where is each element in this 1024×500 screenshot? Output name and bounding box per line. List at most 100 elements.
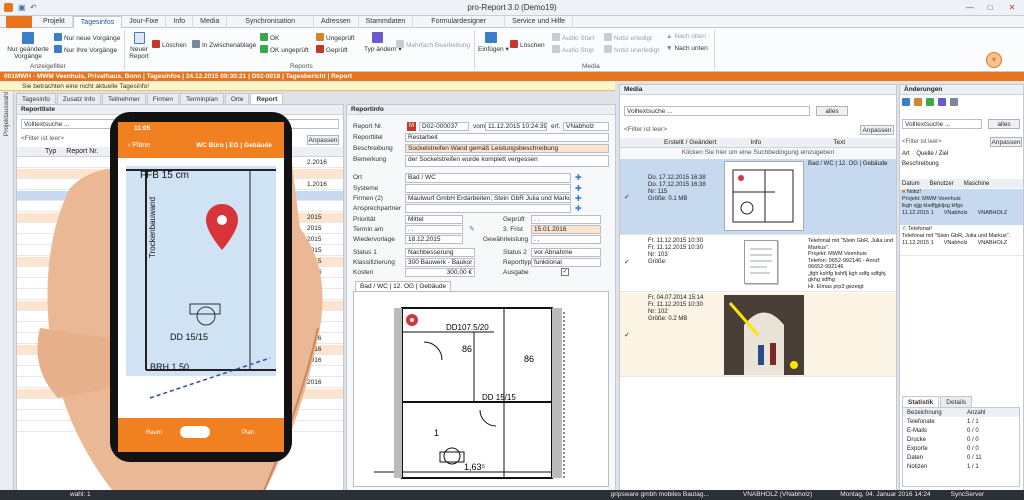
contact-field[interactable] bbox=[405, 204, 571, 213]
menu-synchronisation[interactable]: Synchronisation bbox=[227, 15, 315, 28]
media-item-3-check[interactable]: ✓ bbox=[624, 331, 630, 339]
description-field[interactable]: Sockelstreifen Wand gemäß Leistungsbesch… bbox=[405, 144, 609, 153]
status1-select[interactable]: Nachbesserung bbox=[405, 248, 475, 257]
note-done-button[interactable]: Notiz erledigt bbox=[604, 33, 652, 42]
tab-zusatz-info[interactable]: Zusatz Info bbox=[56, 93, 101, 104]
my-items-filter-button[interactable]: Nur Ihre Vorgänge bbox=[54, 45, 117, 54]
file-menu-button[interactable] bbox=[6, 15, 32, 28]
tab-report[interactable]: Report bbox=[250, 93, 284, 104]
minimize-icon[interactable]: — bbox=[962, 2, 978, 13]
tb-print-icon[interactable] bbox=[950, 98, 958, 106]
created-date-field[interactable]: 11.12.2015 10:24:39 bbox=[485, 122, 547, 131]
media-all-button[interactable]: alles bbox=[816, 106, 848, 116]
changes-all-button[interactable]: alles bbox=[988, 119, 1020, 129]
floor-plan-view[interactable]: DD107.5/20 86 86 DD 15/15 1 1,63⁵ bbox=[353, 291, 609, 487]
note-field[interactable]: der Sockelstreifen wurde komplett verges… bbox=[405, 155, 609, 167]
tab-terminplan[interactable]: Terminplan bbox=[180, 93, 224, 104]
add-place-icon[interactable]: ✚ bbox=[575, 173, 582, 182]
report-nr-field[interactable]: D02-000037 bbox=[419, 122, 469, 131]
new-report-button[interactable]: Neuer Report bbox=[128, 32, 150, 60]
priority-select[interactable]: Mittel bbox=[405, 215, 463, 224]
tab-teilnehmer[interactable]: Teilnehmer bbox=[101, 93, 146, 104]
tab-details[interactable]: Details bbox=[940, 395, 973, 407]
tab-orte[interactable]: Orte bbox=[224, 93, 250, 104]
ok-button[interactable]: OK bbox=[260, 33, 279, 42]
status2-select[interactable]: vor Abnahme bbox=[531, 248, 601, 257]
classification-select[interactable]: 300 Bauwerk - Baukor bbox=[405, 258, 475, 267]
audio-stop-button[interactable]: Audio Stop bbox=[552, 45, 594, 54]
multi-edit-button[interactable]: Mehrfach Bearbeitung bbox=[396, 40, 470, 49]
delete-report-button[interactable]: Löschen bbox=[152, 40, 187, 49]
firms-field[interactable]: Maulwurf GmbH Erdarbeiten; Stein GbR Jul… bbox=[405, 194, 571, 203]
clipboard-button[interactable]: In Zwischenablage bbox=[192, 40, 256, 49]
changed-items-filter-button[interactable]: Nur geänderte Vorgänge bbox=[6, 32, 50, 60]
media-item-3[interactable]: ✓ Fr. 04.07.2014 15:14 Fr. 11.12.2015 10:… bbox=[620, 293, 896, 377]
maximize-icon[interactable]: □ bbox=[982, 2, 998, 13]
media-item-1-check[interactable]: ✓ bbox=[624, 193, 630, 201]
ok-unchecked-button[interactable]: OK ungeprüft bbox=[260, 45, 309, 54]
audio-start-button[interactable]: Audio Start bbox=[552, 33, 594, 42]
tb-refresh-icon[interactable] bbox=[902, 98, 910, 106]
menu-stammdaten[interactable]: Stammdaten bbox=[359, 15, 414, 28]
insert-button[interactable]: Einfügen ▾ bbox=[478, 32, 509, 53]
add-firm-icon[interactable]: ✚ bbox=[575, 194, 582, 203]
new-items-filter-button[interactable]: Nur neue Vorgänge bbox=[54, 33, 120, 42]
save-icon[interactable]: ▣ bbox=[18, 3, 26, 12]
tab-firmen[interactable]: Firmen bbox=[146, 93, 180, 104]
expense-checkbox[interactable]: ✓ bbox=[561, 268, 569, 276]
menu-service[interactable]: Service und Hilfe bbox=[505, 15, 574, 28]
report-title-field[interactable]: Restarbeit bbox=[405, 133, 609, 142]
plan-tab[interactable]: Bad / WC | 12. OG | Gebäude bbox=[355, 281, 452, 291]
systems-field[interactable] bbox=[405, 184, 571, 193]
menu-media[interactable]: Media bbox=[193, 15, 228, 28]
media-search-input[interactable]: Volltextsuche ... bbox=[624, 106, 810, 116]
media-item-2-check[interactable]: ✓ bbox=[624, 258, 630, 266]
phone-tab-room[interactable]: Raum bbox=[146, 430, 162, 436]
deadline-field[interactable]: 15.01.2016 bbox=[531, 225, 601, 234]
resubmission-field[interactable]: 18.12.2015 bbox=[405, 235, 463, 244]
tb-mail-icon[interactable] bbox=[938, 98, 946, 106]
add-system-icon[interactable]: ✚ bbox=[575, 184, 582, 193]
changes-adjust-button[interactable]: Anpassen bbox=[990, 137, 1022, 147]
tb-phone-icon[interactable] bbox=[926, 98, 934, 106]
warranty-field[interactable]: . . bbox=[531, 235, 601, 244]
media-search-hint[interactable]: Klicken Sie hier um eine Suchbedingung e… bbox=[620, 148, 896, 158]
cost-field[interactable]: 300,00 € bbox=[405, 268, 475, 277]
move-down-button[interactable]: ▼ Nach unten bbox=[666, 45, 708, 52]
report-type-select[interactable]: funktional bbox=[531, 258, 601, 267]
report-info-title: Reportinfo bbox=[347, 105, 615, 115]
date-field[interactable]: . . bbox=[405, 225, 463, 234]
phone-tab-plan[interactable]: Plan bbox=[242, 430, 254, 436]
menu-tagesinfos[interactable]: Tagesinfos bbox=[72, 15, 123, 28]
media-adjust-button[interactable]: Anpassen bbox=[860, 125, 894, 135]
tab-tagesinfo[interactable]: Tagesinfo bbox=[16, 93, 56, 104]
add-contact-icon[interactable]: ✚ bbox=[575, 204, 582, 213]
place-field[interactable]: Bad / WC bbox=[405, 173, 571, 183]
change-item-call[interactable]: ✆ Telefonat! Telefonat mit "Stein GbR, J… bbox=[900, 226, 1023, 256]
change-item-note[interactable]: ■ Notiz! Projekt: MWM Veenhuis lkgh sjjg … bbox=[900, 189, 1023, 225]
checked-date-field[interactable]: . . bbox=[531, 215, 601, 224]
menu-jour-fixe[interactable]: Jour-Fixe bbox=[122, 15, 167, 28]
unchecked-button[interactable]: Ungeprüft bbox=[316, 33, 355, 42]
tb-note-icon[interactable] bbox=[914, 98, 922, 106]
undo-icon[interactable]: ↶ bbox=[30, 3, 37, 12]
media-item-2[interactable]: ✓ Fr. 11.12.2015 10:30 Fr. 11.12.2015 10:… bbox=[620, 236, 896, 292]
delete-media-button[interactable]: Löschen bbox=[510, 40, 545, 49]
edit-date-icon[interactable]: ✎ bbox=[469, 225, 475, 233]
media-item-1[interactable]: ✓ Do. 17.12.2015 16:38 Do. 17.12.2015 16:… bbox=[620, 159, 896, 235]
menu-adressen[interactable]: Adressen bbox=[314, 15, 359, 28]
tab-statistik[interactable]: Statistik bbox=[902, 395, 940, 407]
changes-search-input[interactable]: Volltextsuche ... bbox=[902, 119, 982, 129]
move-up-button[interactable]: ▲ Nach oben bbox=[666, 33, 706, 40]
checked-button[interactable]: Geprüft bbox=[316, 45, 348, 54]
phone-back-button[interactable]: ‹ Pläne bbox=[128, 142, 150, 149]
menu-info[interactable]: Info bbox=[166, 15, 194, 28]
collapse-ribbon-icon[interactable]: ▾ bbox=[986, 52, 1002, 68]
clipboard-icon bbox=[192, 40, 200, 48]
note-open-button[interactable]: Notiz unerledigt bbox=[604, 45, 659, 54]
created-by-field[interactable]: VNabholz bbox=[563, 122, 609, 131]
menu-formulardesigner[interactable]: Formulardesigner bbox=[413, 15, 506, 28]
close-icon[interactable]: ✕ bbox=[1004, 2, 1020, 13]
type-change-button[interactable]: Typ ändern ▾ bbox=[364, 32, 402, 53]
menu-projekt[interactable]: Projekt bbox=[36, 15, 73, 28]
